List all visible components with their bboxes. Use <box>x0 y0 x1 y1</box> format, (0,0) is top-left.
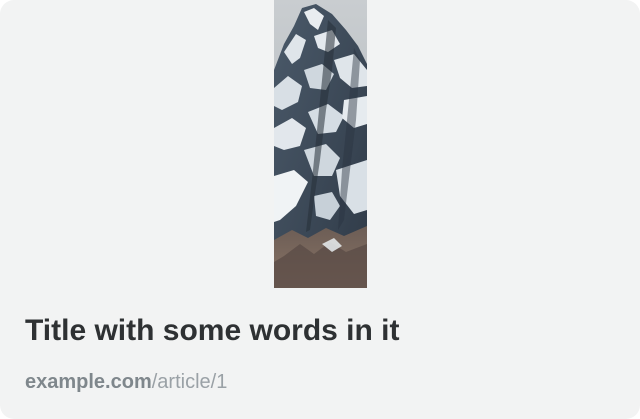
mountain-thumbnail <box>273 0 367 288</box>
url-path: /article/1 <box>151 371 228 393</box>
article-title[interactable]: Title with some words in it <box>25 311 400 351</box>
article-url[interactable]: example.com/article/1 <box>25 368 227 396</box>
link-preview-card[interactable]: Title with some words in it example.com/… <box>0 0 640 419</box>
url-domain: example.com <box>25 371 152 393</box>
preview-image-area <box>0 0 640 288</box>
